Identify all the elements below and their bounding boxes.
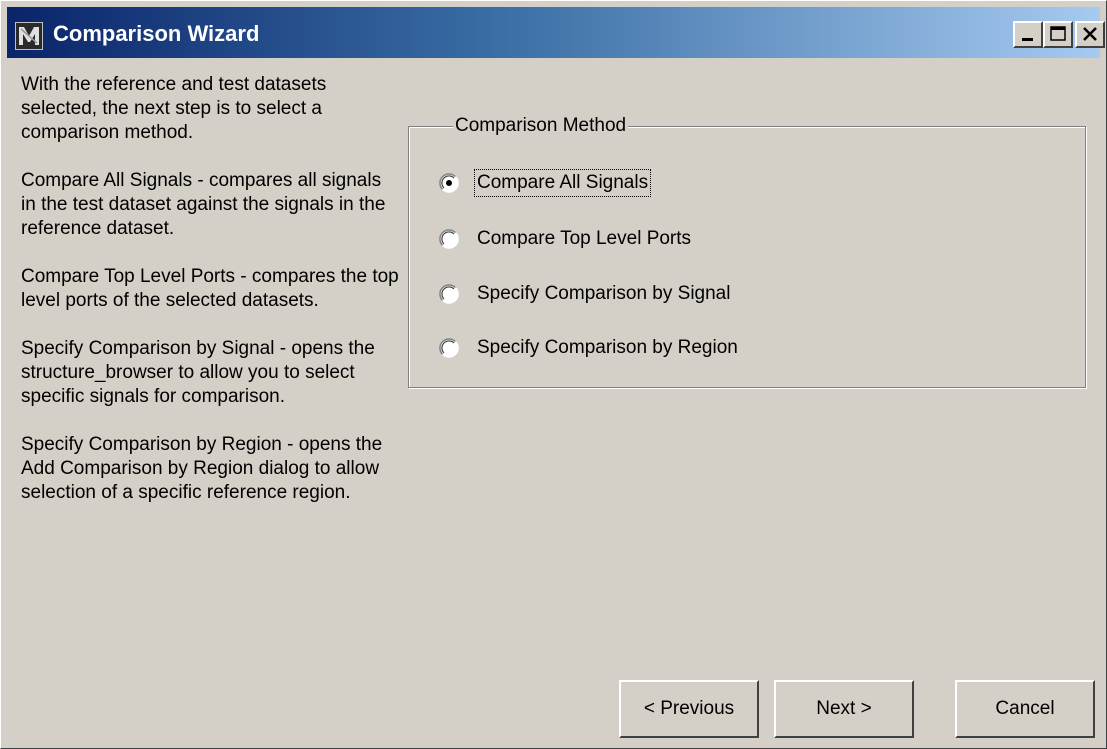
description-paragraph-top-level: Compare Top Level Ports - compares the t… [21,266,399,311]
radio-specify-by-signal[interactable]: Specify Comparison by Signal [439,279,732,309]
previous-button[interactable]: < Previous [619,680,759,738]
radio-label-compare-all-signals[interactable]: Compare All Signals [473,169,652,197]
title-bar[interactable]: Comparison Wizard [7,7,1105,58]
radio-button[interactable] [439,229,459,249]
close-button[interactable] [1075,21,1105,48]
description-paragraph-by-region: Specify Comparison by Region - opens the… [21,434,383,503]
description-paragraph-compare-all: Compare All Signals - compares all signa… [21,170,386,239]
maximize-button[interactable] [1043,21,1073,48]
modelsim-app-icon [15,22,43,50]
radio-label-specify-by-signal[interactable]: Specify Comparison by Signal [475,281,732,307]
cancel-button[interactable]: Cancel [955,680,1095,738]
close-icon [1083,27,1097,41]
radio-compare-all-signals[interactable]: Compare All Signals [439,168,652,198]
comparison-method-legend: Comparison Method [453,114,629,138]
radio-compare-top-level-ports[interactable]: Compare Top Level Ports [439,224,693,254]
radio-button[interactable] [439,284,459,304]
wizard-description: With the reference and test datasets sel… [21,73,401,529]
minimize-icon [1022,38,1033,41]
description-paragraph-intro: With the reference and test datasets sel… [21,74,327,143]
radio-button-selected[interactable] [439,173,459,193]
window-title: Comparison Wizard [53,21,260,46]
description-paragraph-by-signal: Specify Comparison by Signal - opens the… [21,338,375,407]
radio-specify-by-region[interactable]: Specify Comparison by Region [439,333,740,363]
maximize-icon [1050,26,1066,41]
minimize-button[interactable] [1013,21,1043,48]
comparison-method-group: Comparison Method Compare All Signals Co… [408,114,1086,388]
next-button[interactable]: Next > [774,680,914,738]
radio-button[interactable] [439,338,459,358]
comparison-wizard-window: Comparison Wizard With the reference and… [0,0,1107,749]
radio-label-specify-by-region[interactable]: Specify Comparison by Region [475,335,740,361]
radio-label-compare-top-level-ports[interactable]: Compare Top Level Ports [475,226,693,252]
